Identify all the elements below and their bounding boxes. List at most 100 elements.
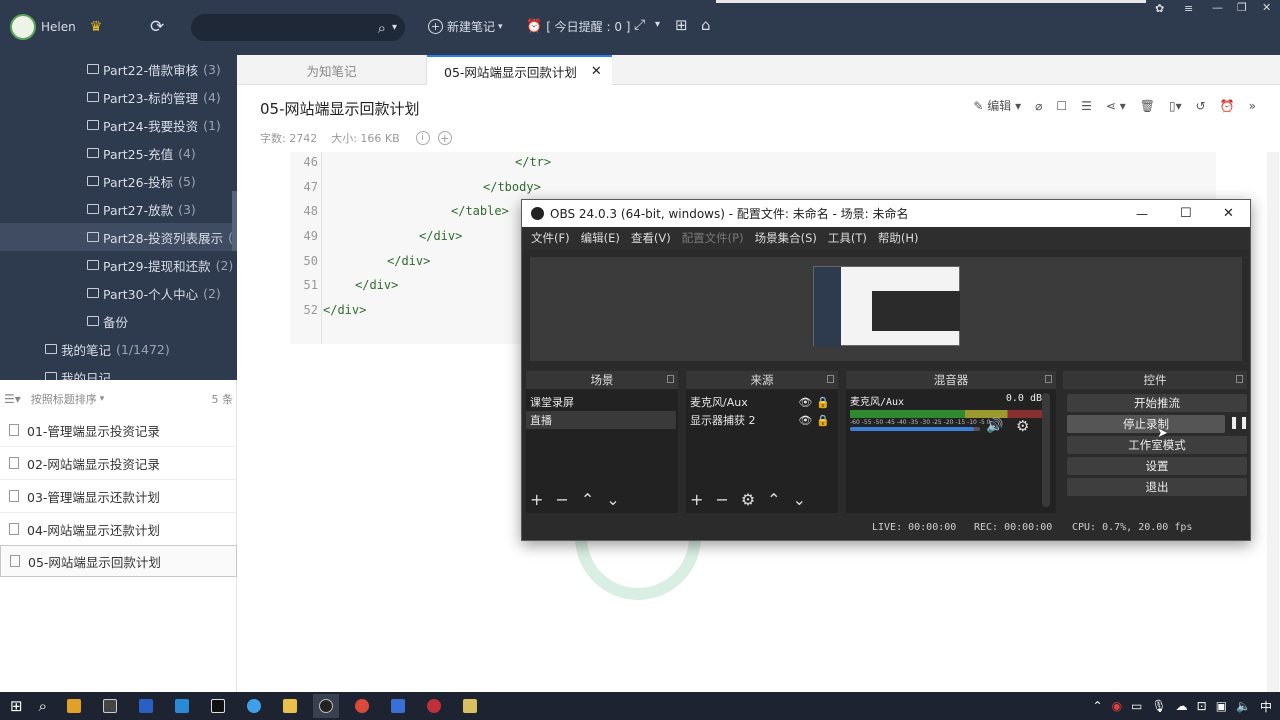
home-icon[interactable]: ⌂ <box>701 16 711 34</box>
taskbar-app-word[interactable] <box>133 694 159 718</box>
menu-icon[interactable]: ≡ <box>1184 2 1193 15</box>
dock-float-icon[interactable] <box>827 375 834 383</box>
menu-tools[interactable]: 工具(T) <box>828 230 867 246</box>
chevron-down-icon[interactable]: ▾ <box>392 22 397 33</box>
taskbar-app-vscode[interactable] <box>169 694 195 718</box>
tree-item[interactable]: Part22-借款审核 (3) <box>0 55 237 83</box>
chevron-down-icon[interactable]: ▾ <box>655 19 660 30</box>
minimize-icon[interactable]: — <box>1136 207 1148 221</box>
list-item[interactable]: 01-管理端显示投资记录 <box>0 414 237 447</box>
taskbar-app-terminal[interactable] <box>97 694 123 718</box>
tab-current-note[interactable]: 05-网站端显示回款计划 ✕ <box>427 55 612 85</box>
lock-icon[interactable]: 🔒 <box>816 414 830 427</box>
editor-scrollbar[interactable] <box>1267 152 1279 692</box>
stop-recording-button[interactable]: 停止录制 <box>1067 415 1225 433</box>
taskbar-app-browser[interactable] <box>241 694 267 718</box>
taskbar-app-explorer[interactable] <box>277 694 303 718</box>
mixer-scrollbar[interactable] <box>1042 393 1050 507</box>
info-icon[interactable]: i <box>415 131 430 145</box>
tab-wiz-notes[interactable]: 为知笔记 <box>237 55 427 85</box>
eye-icon[interactable]: 👁 <box>798 396 812 409</box>
dock-float-icon[interactable] <box>667 375 674 383</box>
tree-item[interactable]: 备份 <box>0 307 237 335</box>
ime-indicator[interactable]: 中 <box>1260 698 1272 715</box>
sync-icon[interactable]: ⟳ <box>150 17 164 37</box>
list-item[interactable]: 04-网站端显示还款计划 <box>0 513 237 546</box>
move-up-icon[interactable]: ⌃ <box>581 490 594 509</box>
taskbar-app-notes[interactable] <box>457 694 483 718</box>
eye-icon[interactable]: 👁 <box>798 414 812 427</box>
chevron-up-icon[interactable]: ⌃ <box>1093 699 1103 713</box>
remove-icon[interactable]: − <box>555 490 568 509</box>
list-item[interactable]: 03-管理端显示还款计划 <box>0 480 237 513</box>
dock-float-icon[interactable] <box>1045 375 1052 383</box>
tree-item[interactable]: Part24-我要投资 (1) <box>0 111 237 139</box>
close-icon[interactable]: ✕ <box>1223 206 1234 221</box>
menu-edit[interactable]: 编辑(E) <box>581 230 620 246</box>
move-up-icon[interactable]: ⌃ <box>767 490 780 509</box>
search-box[interactable]: ⌕ ▾ <box>191 14 405 41</box>
sort-label[interactable]: 按照标题排序 <box>31 391 97 407</box>
expand-icon[interactable]: ⤢ <box>634 17 645 33</box>
chevron-down-icon[interactable]: ▾ <box>100 394 105 404</box>
edit-button[interactable]: ✎ 编辑 ▾ <box>973 97 1021 114</box>
obs-preview[interactable] <box>530 257 1242 361</box>
tray-monitor-icon[interactable]: ▭ <box>1131 699 1142 713</box>
volume-slider[interactable] <box>850 427 980 431</box>
attachment-icon[interactable]: ⌀ <box>1035 99 1042 113</box>
lock-icon[interactable]: 🔒 <box>816 396 830 409</box>
close-tab-icon[interactable]: ✕ <box>591 64 602 79</box>
skin-icon[interactable]: ✿ <box>1155 2 1164 15</box>
apps-grid-icon[interactable]: ⊞ <box>675 16 688 34</box>
list-item-selected[interactable]: 05-网站端显示回款计划 <box>0 545 237 577</box>
tree-item[interactable]: Part23-标的管理 (4) <box>0 83 237 111</box>
dock-float-icon[interactable] <box>1236 375 1243 383</box>
delete-icon[interactable]: 🗑 <box>1140 99 1155 113</box>
menu-scene-collection[interactable]: 场景集合(S) <box>755 230 817 246</box>
avatar[interactable] <box>10 14 36 40</box>
menu-file[interactable]: 文件(F) <box>531 230 570 246</box>
reading-icon[interactable]: ▯▾ <box>1169 99 1182 113</box>
menu-view[interactable]: 查看(V) <box>631 230 671 246</box>
taskbar-app-intellij[interactable] <box>205 694 231 718</box>
taskbar-app-obs[interactable] <box>312 694 339 718</box>
sidebar-scrollbar[interactable] <box>232 191 237 251</box>
share-icon[interactable]: ⋖ ▾ <box>1106 99 1126 113</box>
tree-item[interactable]: Part29-提现和还款 (2) <box>0 251 237 279</box>
network-icon[interactable]: ⊡ <box>1197 699 1207 713</box>
list-view-icon[interactable]: ☰▾ <box>4 392 21 406</box>
tree-item[interactable]: 我的日记 <box>0 363 237 380</box>
maximize-icon[interactable]: ☐ <box>1180 206 1192 221</box>
search-icon[interactable]: ⌕ <box>378 19 386 37</box>
tree-item-selected[interactable]: Part28-投资列表展示( <box>0 223 237 251</box>
add-icon[interactable]: + <box>690 490 703 509</box>
taskbar-app-taskview[interactable] <box>61 694 87 718</box>
tree-item[interactable]: Part27-放款 (3) <box>0 195 237 223</box>
microphone-icon[interactable]: 🎙 <box>1151 699 1166 713</box>
volume-icon[interactable]: 🔈 <box>1236 699 1251 713</box>
gear-icon[interactable]: ⚙ <box>1016 417 1029 435</box>
move-down-icon[interactable]: ⌄ <box>606 490 619 509</box>
tree-item[interactable]: Part26-投标 (5) <box>0 167 237 195</box>
taskbar-app-wiznote[interactable] <box>385 694 411 718</box>
tray-cloud-icon[interactable]: ☁ <box>1176 699 1188 713</box>
scene-item-selected[interactable]: 直播 <box>526 411 676 429</box>
move-down-icon[interactable]: ⌄ <box>793 490 806 509</box>
menu-profile[interactable]: 配置文件(P) <box>682 230 744 246</box>
menu-help[interactable]: 帮助(H) <box>878 230 919 246</box>
source-item[interactable]: 显示器捕获 2 👁 🔒 <box>686 411 836 429</box>
speaker-icon[interactable]: 🔊 <box>986 418 1003 434</box>
remove-icon[interactable]: − <box>715 490 728 509</box>
user-area[interactable]: Helen ♛ <box>10 14 102 40</box>
gear-icon[interactable]: ⚙ <box>741 490 755 509</box>
alarm-icon[interactable]: ⏰ <box>1220 99 1235 113</box>
outline-icon[interactable]: ☰ <box>1081 99 1092 113</box>
list-item[interactable]: 02-网站端显示投资记录 <box>0 447 237 480</box>
add-icon[interactable]: + <box>530 490 543 509</box>
exit-button[interactable]: 退出 <box>1067 478 1247 496</box>
pause-recording-icon[interactable]: ❚❚ <box>1229 415 1249 429</box>
scene-item[interactable]: 课堂录屏 <box>526 393 676 411</box>
minimize-icon[interactable]: — <box>1212 1 1223 14</box>
tree-item[interactable]: Part25-充值 (4) <box>0 139 237 167</box>
comment-icon[interactable]: ☐ <box>1056 99 1067 113</box>
